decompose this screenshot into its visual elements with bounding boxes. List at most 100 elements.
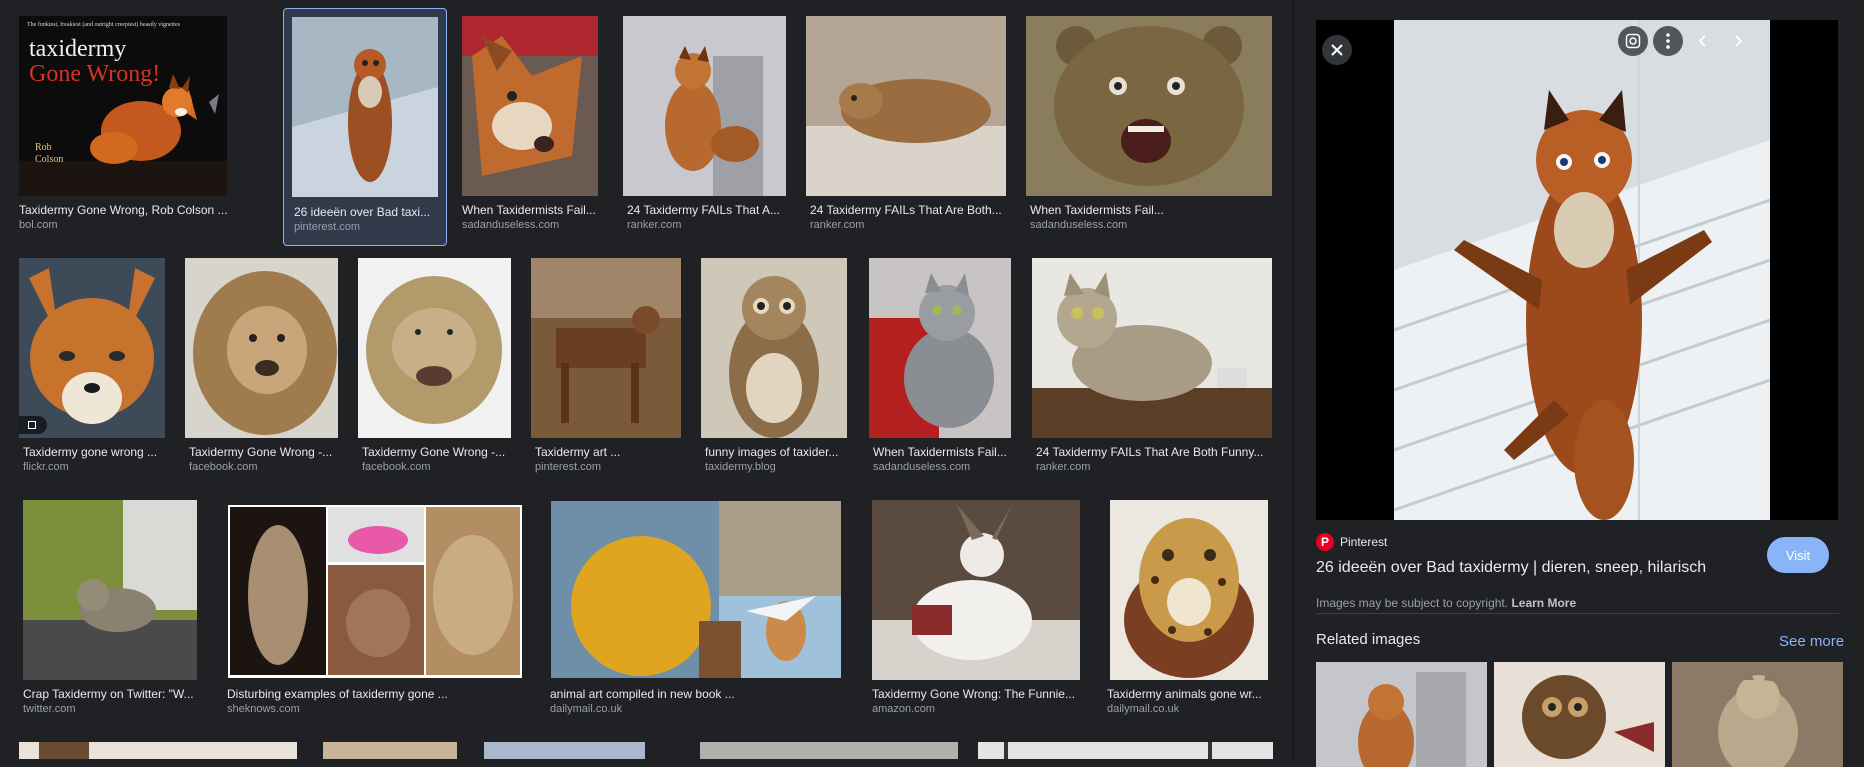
result-caption: When Taxidermists Fail...: [873, 445, 1007, 459]
result-tile[interactable]: animal art compiled in new book ... dail…: [546, 500, 846, 730]
result-source: sadanduseless.com: [873, 461, 971, 473]
copyright-notice: Images may be subject to copyright. Lear…: [1316, 596, 1576, 610]
result-thumbnail[interactable]: [978, 742, 1273, 759]
result-source: dailymail.co.uk: [1107, 703, 1180, 715]
chevron-left-icon: [1698, 35, 1706, 47]
result-tile[interactable]: 24 Taxidermy FAILs That Are Both... rank…: [806, 8, 1006, 238]
result-tile[interactable]: Taxidermy Gone Wrong: The Funnie... amaz…: [868, 500, 1080, 730]
result-tile[interactable]: Taxidermy Gone Wrong -... facebook.com: [358, 258, 514, 488]
result-tile[interactable]: Taxidermy Gone Wrong -... facebook.com: [185, 258, 340, 488]
result-thumbnail[interactable]: [531, 258, 681, 438]
book-cover-image: The funkiest, freakiest (and outright cr…: [19, 16, 227, 196]
result-caption: Crap Taxidermy on Twitter: "W...: [23, 687, 194, 701]
result-caption: Taxidermy Gone Wrong -...: [362, 445, 506, 459]
result-caption: 24 Taxidermy FAILs That Are Both Funny..…: [1036, 445, 1264, 459]
partial-thumbnail-art: [39, 742, 89, 759]
fox-face-image: [19, 258, 165, 438]
result-thumbnail[interactable]: [551, 501, 841, 678]
close-button[interactable]: [1322, 35, 1352, 65]
result-caption: When Taxidermists Fail...: [462, 203, 596, 217]
related-image-thumbnail[interactable]: [1316, 662, 1487, 767]
dog-table-image: [531, 258, 681, 438]
preview-image[interactable]: [1393, 20, 1771, 520]
result-tile[interactable]: 24 Taxidermy FAILs That Are Both Funny..…: [1032, 258, 1274, 488]
result-tile[interactable]: The funkiest, freakiest (and outright cr…: [14, 8, 232, 231]
result-thumbnail[interactable]: [292, 17, 438, 197]
result-tile[interactable]: Disturbing examples of taxidermy gone ..…: [223, 500, 523, 730]
result-thumbnail[interactable]: [1026, 16, 1272, 196]
google-lens-button[interactable]: [1618, 26, 1648, 56]
partial-thumbnail-art: [1208, 742, 1212, 759]
cat-on-counter-image: [23, 500, 197, 680]
result-source: flickr.com: [23, 461, 69, 473]
previous-image-button[interactable]: [1688, 26, 1718, 56]
result-tile[interactable]: funny images of taxider... taxidermy.blo…: [701, 258, 849, 488]
more-vert-icon: [1666, 33, 1670, 49]
result-tile[interactable]: When Taxidermists Fail... sadanduseless.…: [1026, 8, 1272, 238]
learn-more-link[interactable]: Learn More: [1511, 596, 1576, 610]
next-image-button[interactable]: [1723, 26, 1753, 56]
result-thumbnail[interactable]: [19, 258, 165, 438]
result-thumbnail[interactable]: [228, 505, 522, 678]
related-image-thumbnail[interactable]: [1494, 662, 1665, 767]
result-thumbnail[interactable]: The funkiest, freakiest (and outright cr…: [19, 16, 227, 196]
result-thumbnail[interactable]: [869, 258, 1011, 438]
image-results-grid: The funkiest, freakiest (and outright cr…: [0, 0, 1292, 759]
preview-title-link[interactable]: 26 ideeën over Bad taxidermy | dieren, s…: [1316, 559, 1706, 577]
result-tile[interactable]: Taxidermy art ... pinterest.com: [531, 258, 683, 488]
result-tile[interactable]: When Taxidermists Fail... sadanduseless.…: [869, 258, 1015, 488]
related-monkey-image: [1494, 662, 1665, 767]
result-thumbnail[interactable]: [462, 16, 598, 196]
result-caption: 26 ideeën over Bad taxi...: [294, 205, 431, 219]
result-thumbnail[interactable]: [19, 742, 297, 759]
result-tile[interactable]: 24 Taxidermy FAILs That A... ranker.com: [623, 8, 786, 238]
result-thumbnail[interactable]: [806, 16, 1006, 196]
result-tile[interactable]: When Taxidermists Fail... sadanduseless.…: [462, 8, 602, 238]
result-caption: Taxidermy gone wrong ...: [23, 445, 158, 459]
result-caption: 24 Taxidermy FAILs That Are Both...: [810, 203, 1002, 217]
result-source: facebook.com: [362, 461, 431, 473]
result-caption: Taxidermy art ...: [535, 445, 621, 459]
visit-button[interactable]: Visit: [1767, 537, 1829, 573]
result-tile[interactable]: [978, 742, 1273, 759]
result-tile[interactable]: Taxidermy gone wrong ... flickr.com: [19, 258, 169, 488]
result-thumbnail[interactable]: [484, 742, 645, 759]
related-image-thumbnail[interactable]: [1672, 662, 1843, 767]
result-thumbnail[interactable]: [1110, 500, 1268, 680]
lion-image: [185, 258, 338, 438]
related-fox-image: [1316, 662, 1487, 767]
result-tile[interactable]: [19, 742, 297, 759]
lens-icon: [1625, 33, 1641, 49]
result-caption: Disturbing examples of taxidermy gone ..…: [227, 687, 448, 701]
see-more-link[interactable]: See more: [1779, 633, 1844, 650]
result-tile[interactable]: Crap Taxidermy on Twitter: "W... twitter…: [19, 500, 201, 730]
more-options-button[interactable]: [1653, 26, 1683, 56]
result-tile[interactable]: [323, 742, 457, 759]
lion-head-image: [358, 258, 511, 438]
result-source: sadanduseless.com: [462, 219, 560, 231]
result-caption: animal art compiled in new book ...: [550, 687, 735, 701]
result-tile[interactable]: Taxidermy animals gone wr... dailymail.c…: [1103, 500, 1275, 730]
result-thumbnail[interactable]: [23, 500, 197, 680]
result-thumbnail[interactable]: [700, 742, 958, 759]
result-thumbnail[interactable]: [1032, 258, 1272, 438]
fox-head-image: [462, 16, 598, 196]
preview-image-container[interactable]: [1316, 20, 1838, 520]
cover-author-first: Rob: [35, 142, 52, 153]
result-tile[interactable]: [484, 742, 645, 759]
result-tile-selected[interactable]: 26 ideeën over Bad taxi... pinterest.com: [283, 8, 447, 246]
copyright-text: Images may be subject to copyright.: [1316, 596, 1509, 610]
result-thumbnail[interactable]: [185, 258, 338, 438]
result-thumbnail[interactable]: [358, 258, 511, 438]
animal-art-collage-image: [551, 501, 841, 678]
cover-title-line-2: Gone Wrong!: [29, 61, 160, 87]
result-thumbnail[interactable]: [623, 16, 786, 196]
result-tile[interactable]: [700, 742, 958, 759]
result-thumbnail[interactable]: [323, 742, 457, 759]
source-site-name: Pinterest: [1340, 535, 1388, 549]
wildcat-image: [1032, 258, 1272, 438]
beaver-image: [806, 16, 1006, 196]
result-thumbnail[interactable]: [872, 500, 1080, 680]
result-source: facebook.com: [189, 461, 258, 473]
result-thumbnail[interactable]: [701, 258, 847, 438]
